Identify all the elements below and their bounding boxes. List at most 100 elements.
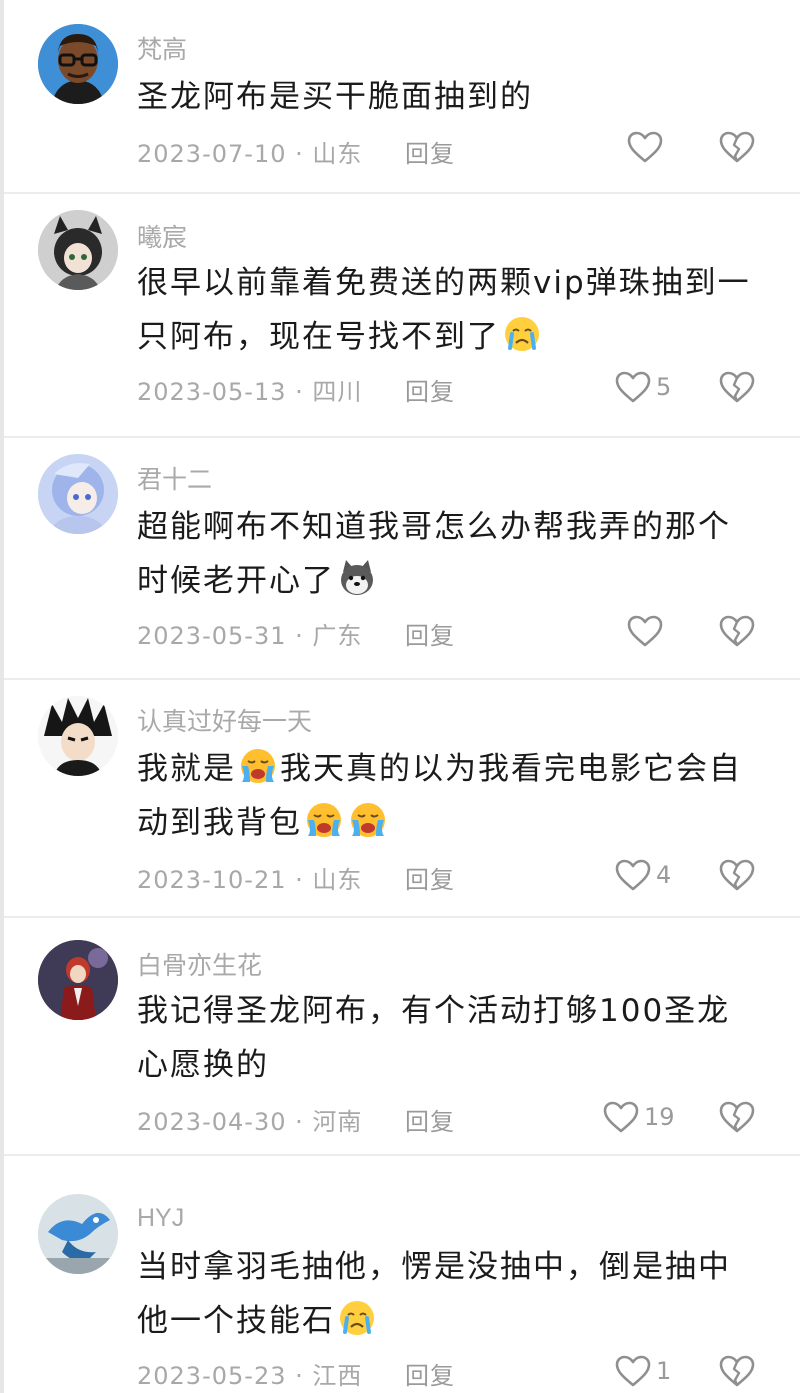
reply-button[interactable]: 回复: [405, 622, 455, 650]
reply-button[interactable]: 回复: [405, 1108, 455, 1136]
comment-date: 2023-04-30: [137, 1108, 287, 1136]
heart-outline-icon: [615, 1355, 651, 1387]
broken-heart-icon: [719, 371, 755, 403]
broken-heart-icon: [719, 615, 755, 647]
loudly-crying-emoji-icon: [238, 746, 278, 786]
husky-dog-emoji-icon: [337, 558, 377, 598]
comment-location: 江西: [312, 1362, 363, 1390]
left-edge-divider: [0, 0, 4, 1393]
avatar[interactable]: [38, 696, 118, 776]
comment-date: 2023-05-13: [137, 378, 287, 406]
heart-outline-icon: [615, 371, 651, 403]
like-button[interactable]: 19: [602, 1100, 675, 1134]
comment-item: 认真过好每一天 我就是 我天真的以为我看完电影它会自动到我背包 2023-10-2…: [0, 680, 800, 918]
anime-blue-hair-avatar-icon: [38, 454, 118, 534]
heart-outline-icon: [627, 615, 663, 647]
broken-heart-icon: [719, 1355, 755, 1387]
comment-item: 白骨亦生花 我记得圣龙阿布，有个活动打够100圣龙心愿换的 2023-04-30…: [0, 918, 800, 1156]
like-button[interactable]: [626, 130, 668, 164]
comment-meta: 2023-04-30 · 河南 回复: [137, 1102, 455, 1137]
avatar[interactable]: [38, 454, 118, 534]
blue-dragon-avatar-icon: [38, 1194, 118, 1274]
meta-separator: ·: [295, 622, 313, 650]
loudly-crying-emoji-icon: [348, 800, 388, 840]
anime-spiky-hair-avatar-icon: [38, 696, 118, 776]
crying-face-emoji-icon: [502, 314, 542, 354]
dislike-button[interactable]: [718, 370, 756, 404]
comment-date: 2023-10-21: [137, 866, 287, 894]
comment-date: 2023-05-23: [137, 1362, 287, 1390]
comment-date: 2023-05-31: [137, 622, 287, 650]
comment-text-content: 圣龙阿布是买干脆面抽到的: [137, 79, 533, 115]
comment-item: 曦宸 很早以前靠着免费送的两颗vip弹珠抽到一只阿布，现在号找不到了 2023-…: [0, 194, 800, 438]
like-count: 5: [656, 373, 672, 401]
meta-separator: ·: [295, 866, 313, 894]
comment-meta: 2023-05-23 · 江西 回复: [137, 1356, 455, 1391]
comment-date: 2023-07-10: [137, 140, 287, 168]
like-button[interactable]: 4: [614, 858, 671, 892]
comment-item: HYJ 当时拿羽毛抽他，愣是没抽中，倒是抽中他一个技能石 2023-05-23 …: [0, 1156, 800, 1393]
comment-meta: 2023-10-21 · 山东 回复: [137, 860, 455, 895]
dislike-button[interactable]: [718, 614, 756, 648]
comment-location: 广东: [312, 622, 363, 650]
comment-text-content: 我记得圣龙阿布，有个活动打够100圣龙心愿换的: [137, 993, 731, 1083]
avatar[interactable]: [38, 210, 118, 290]
comment-text: 我就是 我天真的以为我看完电影它会自动到我背包: [137, 742, 757, 850]
comment-text-content: 当时拿羽毛抽他，愣是没抽中，倒是抽中他一个技能石: [137, 1249, 731, 1339]
avatar[interactable]: [38, 940, 118, 1020]
reply-button[interactable]: 回复: [405, 140, 455, 168]
loudly-crying-emoji-icon: [304, 800, 344, 840]
dislike-button[interactable]: [718, 130, 756, 164]
avatar[interactable]: [38, 24, 118, 104]
broken-heart-icon: [719, 131, 755, 163]
dislike-button[interactable]: [718, 1354, 756, 1388]
crying-face-emoji-icon: [337, 1298, 377, 1338]
meta-separator: ·: [295, 1362, 313, 1390]
comment-text-content: 超能啊布不知道我哥怎么办帮我弄的那个时候老开心了: [137, 509, 731, 599]
like-button[interactable]: 1: [614, 1354, 671, 1388]
username[interactable]: 君十二: [137, 460, 212, 496]
reply-button[interactable]: 回复: [405, 378, 455, 406]
anime-girl-cat-ears-avatar-icon: [38, 210, 118, 290]
comment-text: 当时拿羽毛抽他，愣是没抽中，倒是抽中他一个技能石: [137, 1240, 757, 1348]
comment-text-content: 很早以前靠着免费送的两颗vip弹珠抽到一只阿布，现在号找不到了: [137, 265, 751, 355]
broken-heart-icon: [719, 859, 755, 891]
comment-location: 河南: [312, 1108, 363, 1136]
comment-text-content: 我就是: [137, 751, 236, 787]
dislike-button[interactable]: [718, 1100, 756, 1134]
comment-meta: 2023-05-13 · 四川 回复: [137, 372, 455, 407]
reply-button[interactable]: 回复: [405, 866, 455, 894]
comment-location: 四川: [312, 378, 363, 406]
username[interactable]: HYJ: [137, 1204, 184, 1233]
anime-red-hair-suit-avatar-icon: [38, 940, 118, 1020]
comment-text: 很早以前靠着免费送的两颗vip弹珠抽到一只阿布，现在号找不到了: [137, 256, 757, 364]
like-count: 1: [656, 1357, 672, 1385]
like-count: 19: [644, 1103, 675, 1131]
avatar[interactable]: [38, 1194, 118, 1274]
meta-separator: ·: [295, 140, 313, 168]
comment-location: 山东: [312, 866, 363, 894]
heart-outline-icon: [603, 1101, 639, 1133]
heart-outline-icon: [615, 859, 651, 891]
comment-meta: 2023-05-31 · 广东 回复: [137, 616, 455, 651]
comment-item: 梵高 圣龙阿布是买干脆面抽到的 2023-07-10 · 山东 回复: [0, 0, 800, 194]
like-button[interactable]: [626, 614, 668, 648]
comment-text: 超能啊布不知道我哥怎么办帮我弄的那个时候老开心了: [137, 500, 757, 608]
username[interactable]: 曦宸: [137, 218, 187, 254]
heart-outline-icon: [627, 131, 663, 163]
like-button[interactable]: 5: [614, 370, 671, 404]
like-count: 4: [656, 861, 672, 889]
username[interactable]: 梵高: [137, 30, 187, 66]
username[interactable]: 认真过好每一天: [137, 702, 312, 738]
comment-text: 圣龙阿布是买干脆面抽到的: [137, 70, 757, 124]
username[interactable]: 白骨亦生花: [137, 946, 262, 982]
comment-text: 我记得圣龙阿布，有个活动打够100圣龙心愿换的: [137, 984, 757, 1092]
broken-heart-icon: [719, 1101, 755, 1133]
reply-button[interactable]: 回复: [405, 1362, 455, 1390]
comment-item: 君十二 超能啊布不知道我哥怎么办帮我弄的那个时候老开心了 2023-05-31 …: [0, 438, 800, 680]
meta-separator: ·: [295, 378, 313, 406]
meta-separator: ·: [295, 1108, 313, 1136]
dislike-button[interactable]: [718, 858, 756, 892]
comment-location: 山东: [312, 140, 363, 168]
comment-meta: 2023-07-10 · 山东 回复: [137, 134, 455, 169]
